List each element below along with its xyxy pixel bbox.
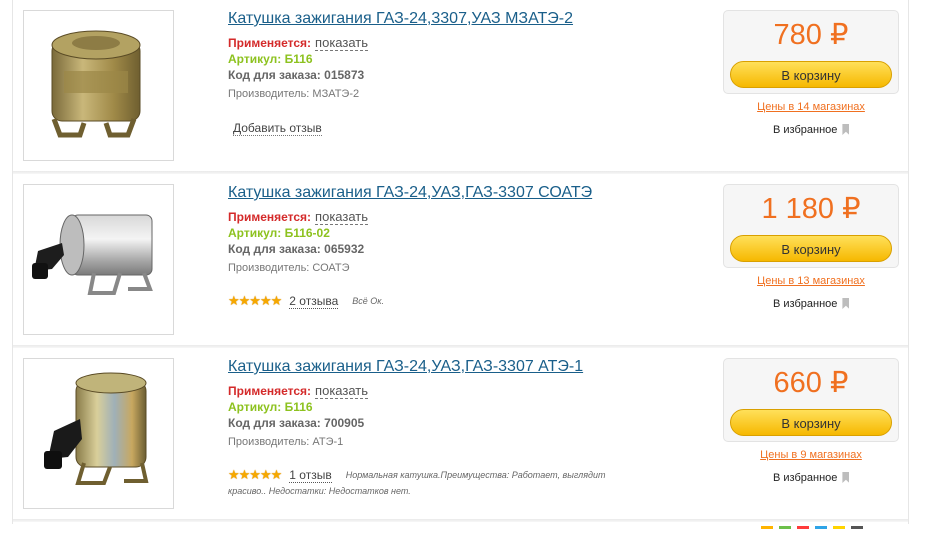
price-box: 1 180 ₽ В корзину xyxy=(723,184,899,268)
divider-dot xyxy=(779,526,791,529)
shops-prices-link[interactable]: Цены в 9 магазинах xyxy=(723,449,899,461)
reviews-link[interactable]: 2 отзыва xyxy=(289,293,339,309)
add-to-cart-button[interactable]: В корзину xyxy=(730,61,892,88)
divider-dot xyxy=(797,526,809,529)
applies-label: Применяется: xyxy=(228,384,312,398)
ignition-coil-image xyxy=(51,30,141,138)
applies-show-link[interactable]: показать xyxy=(315,35,369,51)
product-image[interactable] xyxy=(23,358,174,509)
add-to-favorites[interactable]: В избранное xyxy=(773,124,850,136)
divider-dot xyxy=(761,526,773,529)
bookmark-icon xyxy=(842,124,850,135)
review-snippet-continued: красиво.. Недостатки: Недостатков нет. xyxy=(228,486,411,496)
article-number: Артикул: Б116 xyxy=(228,52,313,66)
product-image[interactable] xyxy=(23,10,174,161)
card-divider xyxy=(13,519,908,522)
price: 780 ₽ xyxy=(773,19,849,51)
price-box: 780 ₽ В корзину xyxy=(723,10,899,94)
add-to-cart-button[interactable]: В корзину xyxy=(730,409,892,436)
shops-prices-link[interactable]: Цены в 14 магазинах xyxy=(723,101,899,113)
price: 660 ₽ xyxy=(773,367,849,399)
applies-label: Применяется: xyxy=(228,36,312,50)
add-review-link[interactable]: Добавить отзыв xyxy=(233,121,322,136)
add-to-cart-button[interactable]: В корзину xyxy=(730,235,892,262)
product-list: Катушка зажигания ГАЗ-24,3307,УАЗ МЗАТЭ-… xyxy=(12,0,909,529)
manufacturer: Производитель: АТЭ-1 xyxy=(228,436,344,448)
rating-row: ★★★★★ 2 отзыва Всё Ок. xyxy=(228,292,385,309)
product-card: Катушка зажигания ГАЗ-24,УАЗ,ГАЗ-3307 АТ… xyxy=(13,348,908,529)
price-box: 660 ₽ В корзину xyxy=(723,358,899,442)
price: 1 180 ₽ xyxy=(761,193,861,225)
applies-row: Применяется: показать xyxy=(228,35,369,51)
bookmark-icon xyxy=(842,298,850,309)
star-rating-icon: ★★★★★ xyxy=(228,466,282,482)
rating-row: ★★★★★ 1 отзыв Нормальная катушка.Преимущес… xyxy=(228,466,606,483)
add-to-favorites[interactable]: В избранное xyxy=(773,298,850,310)
favorites-label: В избранное xyxy=(773,472,838,484)
product-title-link[interactable]: Катушка зажигания ГАЗ-24,3307,УАЗ МЗАТЭ-… xyxy=(228,10,573,28)
add-to-favorites[interactable]: В избранное xyxy=(773,472,850,484)
order-code: Код для заказа: 065932 xyxy=(228,242,365,256)
product-title-link[interactable]: Катушка зажигания ГАЗ-24,УАЗ,ГАЗ-3307 СО… xyxy=(228,184,592,202)
divider-dot xyxy=(833,526,845,529)
review-snippet: Нормальная катушка.Преимущества: Работае… xyxy=(345,469,606,480)
ignition-coil-image xyxy=(32,214,153,295)
article-number: Артикул: Б116-02 xyxy=(228,226,330,240)
favorites-label: В избранное xyxy=(773,298,838,310)
reviews-link[interactable]: 1 отзыв xyxy=(289,467,332,483)
applies-label: Применяется: xyxy=(228,210,312,224)
ignition-coil-image xyxy=(44,372,149,485)
review-snippet: Всё Ок. xyxy=(352,295,385,306)
product-card: Катушка зажигания ГАЗ-24,3307,УАЗ МЗАТЭ-… xyxy=(13,0,908,181)
order-code: Код для заказа: 700905 xyxy=(228,416,365,430)
product-title-link[interactable]: Катушка зажигания ГАЗ-24,УАЗ,ГАЗ-3307 АТ… xyxy=(228,358,583,376)
favorites-label: В избранное xyxy=(773,124,838,136)
product-card: Катушка зажигания ГАЗ-24,УАЗ,ГАЗ-3307 СО… xyxy=(13,174,908,355)
manufacturer: Производитель: СОАТЭ xyxy=(228,262,350,274)
bookmark-icon xyxy=(842,472,850,483)
applies-show-link[interactable]: показать xyxy=(315,383,369,399)
applies-row: Применяется: показать xyxy=(228,383,369,399)
product-image[interactable] xyxy=(23,184,174,335)
manufacturer: Производитель: МЗАТЭ-2 xyxy=(228,88,360,100)
divider-dot xyxy=(815,526,827,529)
star-rating-icon: ★★★★★ xyxy=(228,292,282,308)
order-code: Код для заказа: 015873 xyxy=(228,68,365,82)
shops-prices-link[interactable]: Цены в 13 магазинах xyxy=(723,275,899,287)
applies-row: Применяется: показать xyxy=(228,209,369,225)
divider-dot xyxy=(851,526,863,529)
applies-show-link[interactable]: показать xyxy=(315,209,369,225)
article-number: Артикул: Б116 xyxy=(228,400,313,414)
